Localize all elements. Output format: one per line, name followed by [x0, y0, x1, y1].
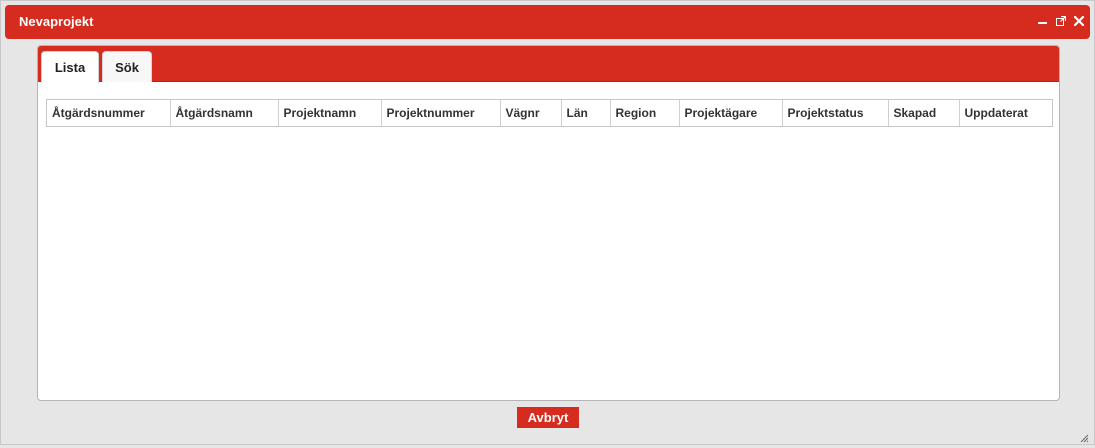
- column-header-vagnr[interactable]: Vägnr: [500, 100, 562, 126]
- table-header-row: Åtgärdsnummer Åtgärdsnamn Projektnamn Pr…: [47, 100, 1052, 126]
- column-header-projektnummer[interactable]: Projektnummer: [381, 100, 501, 126]
- resize-grip-icon[interactable]: [1080, 430, 1089, 443]
- minimize-icon[interactable]: [1037, 14, 1048, 28]
- dialog-titlebar[interactable]: Nevaprojekt: [5, 5, 1090, 39]
- column-header-region[interactable]: Region: [610, 100, 680, 126]
- nevaprojekt-dialog: Nevaprojekt Lista Sök Åtgärdsnummer Åtgä…: [0, 0, 1095, 445]
- window-controls: [1037, 13, 1084, 29]
- column-header-skapad[interactable]: Skapad: [888, 100, 960, 126]
- dialog-title: Nevaprojekt: [19, 14, 94, 29]
- column-header-atgardsnummer[interactable]: Åtgärdsnummer: [47, 100, 171, 126]
- cancel-button[interactable]: Avbryt: [517, 407, 579, 428]
- tab-bar: Lista Sök: [38, 46, 1059, 83]
- column-header-projektagare[interactable]: Projektägare: [679, 100, 783, 126]
- tab-lista[interactable]: Lista: [41, 51, 99, 83]
- column-header-atgardsnamn[interactable]: Åtgärdsnamn: [170, 100, 279, 126]
- content-panel: Lista Sök Åtgärdsnummer Åtgärdsnamn Proj…: [37, 45, 1060, 401]
- external-window-icon[interactable]: [1055, 14, 1066, 28]
- tab-sok[interactable]: Sök: [102, 51, 152, 82]
- close-icon[interactable]: [1073, 14, 1084, 28]
- column-header-projektstatus[interactable]: Projektstatus: [782, 100, 889, 126]
- column-header-uppdaterat[interactable]: Uppdaterat: [959, 100, 1052, 126]
- column-header-projektnamn[interactable]: Projektnamn: [278, 100, 382, 126]
- column-header-lan[interactable]: Län: [561, 100, 611, 126]
- projects-table: Åtgärdsnummer Åtgärdsnamn Projektnamn Pr…: [46, 99, 1053, 127]
